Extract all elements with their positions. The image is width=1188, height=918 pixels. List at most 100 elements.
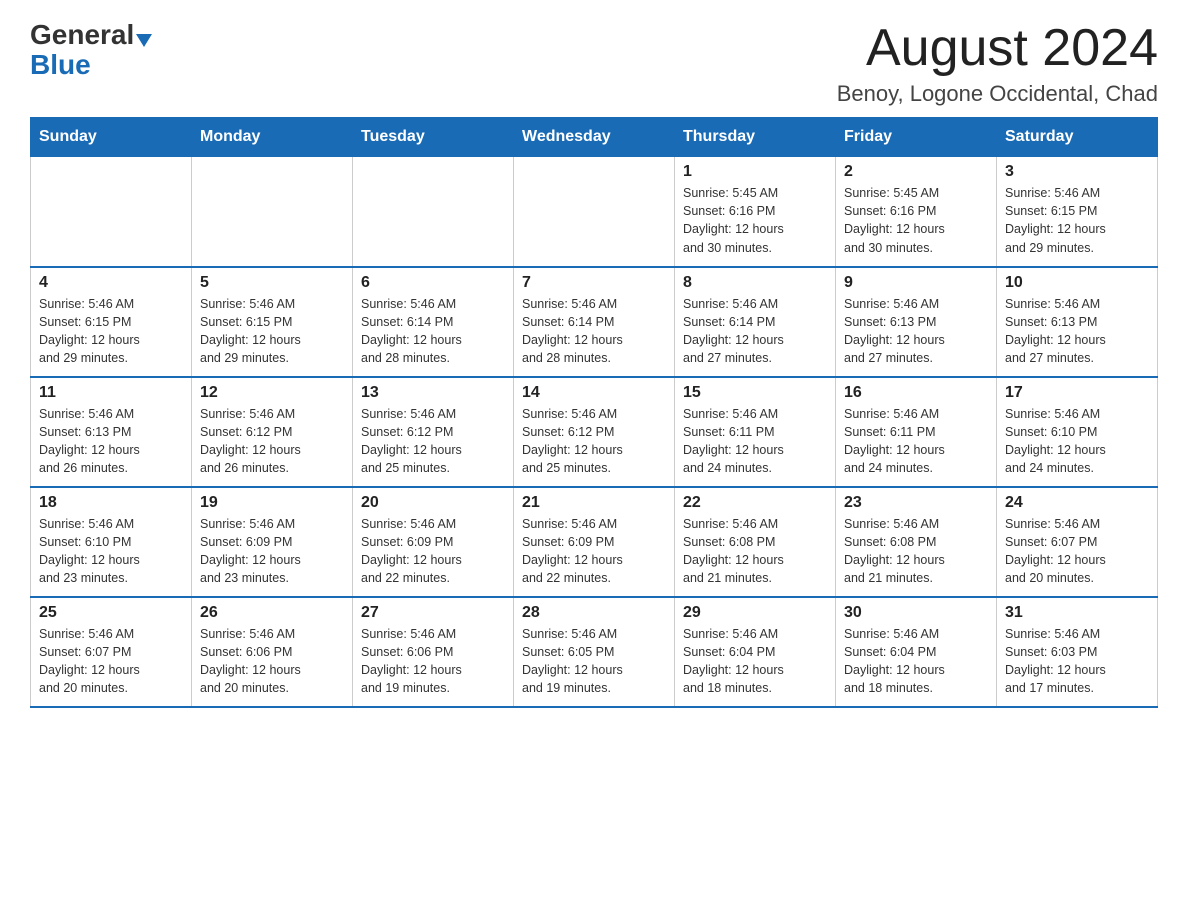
calendar-cell: 20 Sunrise: 5:46 AM Sunset: 6:09 PM Dayli… [353,487,514,597]
calendar-cell [192,157,353,267]
day-info: Sunrise: 5:46 AM Sunset: 6:04 PM Dayligh… [844,625,988,698]
title-area: August 2024 Benoy, Logone Occidental, Ch… [837,20,1158,107]
calendar-week-3: 11 Sunrise: 5:46 AM Sunset: 6:13 PM Dayli… [31,377,1158,487]
calendar-cell: 18Sunrise: 5:46 AM Sunset: 6:10 PM Dayli… [31,487,192,597]
weekday-header-tuesday: Tuesday [353,118,514,157]
day-info: Sunrise: 5:46 AM Sunset: 6:11 PM Dayligh… [844,405,988,478]
calendar-cell: 6Sunrise: 5:46 AM Sunset: 6:14 PM Daylig… [353,267,514,377]
calendar-cell: 21Sunrise: 5:46 AM Sunset: 6:09 PM Dayli… [514,487,675,597]
day-number: 3 [1005,163,1149,181]
calendar-cell [514,157,675,267]
weekday-header-row: SundayMondayTuesdayWednesdayThursdayFrid… [31,118,1158,157]
weekday-header-saturday: Saturday [997,118,1158,157]
day-number: 14 [522,384,666,402]
day-number: 27 [361,604,505,622]
day-info: Sunrise: 5:46 AM Sunset: 6:03 PM Dayligh… [1005,625,1149,698]
calendar-cell: 4Sunrise: 5:46 AM Sunset: 6:15 PM Daylig… [31,267,192,377]
day-number: 11 [39,384,183,402]
day-number: 7 [522,274,666,292]
calendar-cell: 12Sunrise: 5:46 AM Sunset: 6:12 PM Dayli… [192,377,353,487]
day-info: Sunrise: 5:46 AM Sunset: 6:14 PM Dayligh… [361,295,505,368]
day-number: 17 [1005,384,1149,402]
day-info: Sunrise: 5:46 AM Sunset: 6:09 PM Dayligh… [200,515,344,588]
day-number: 20 [361,494,505,512]
day-info: Sunrise: 5:46 AM Sunset: 6:08 PM Dayligh… [844,515,988,588]
day-number: 24 [1005,494,1149,512]
day-info: Sunrise: 5:46 AM Sunset: 6:13 PM Dayligh… [39,405,183,478]
day-info: Sunrise: 5:45 AM Sunset: 6:16 PM Dayligh… [844,184,988,257]
day-number: 30 [844,604,988,622]
calendar-table: SundayMondayTuesdayWednesdayThursdayFrid… [30,117,1158,708]
day-info: Sunrise: 5:46 AM Sunset: 6:12 PM Dayligh… [522,405,666,478]
logo-triangle-icon [136,34,152,47]
calendar-week-1: 1 Sunrise: 5:45 AM Sunset: 6:16 PM Daylig… [31,157,1158,267]
day-number: 10 [1005,274,1149,292]
calendar-cell: 28 Sunrise: 5:46 AM Sunset: 6:05 PM Dayli… [514,597,675,707]
calendar-cell: 15Sunrise: 5:46 AM Sunset: 6:11 PM Dayli… [675,377,836,487]
calendar-cell: 26Sunrise: 5:46 AM Sunset: 6:06 PM Dayli… [192,597,353,707]
calendar-cell: 23 Sunrise: 5:46 AM Sunset: 6:08 PM Dayli… [836,487,997,597]
day-number: 15 [683,384,827,402]
calendar-cell: 9 Sunrise: 5:46 AM Sunset: 6:13 PM Daylig… [836,267,997,377]
calendar-cell: 14 Sunrise: 5:46 AM Sunset: 6:12 PM Dayli… [514,377,675,487]
day-info: Sunrise: 5:46 AM Sunset: 6:07 PM Dayligh… [1005,515,1149,588]
location-title: Benoy, Logone Occidental, Chad [837,81,1158,107]
calendar-cell [31,157,192,267]
calendar-cell: 27 Sunrise: 5:46 AM Sunset: 6:06 PM Dayli… [353,597,514,707]
day-number: 18 [39,494,183,512]
logo: General Blue [30,20,152,79]
logo-general: General [30,19,134,50]
calendar-cell: 31 Sunrise: 5:46 AM Sunset: 6:03 PM Dayli… [997,597,1158,707]
day-info: Sunrise: 5:46 AM Sunset: 6:14 PM Dayligh… [683,295,827,368]
day-number: 2 [844,163,988,181]
weekday-header-thursday: Thursday [675,118,836,157]
calendar-cell: 22 Sunrise: 5:46 AM Sunset: 6:08 PM Dayli… [675,487,836,597]
day-info: Sunrise: 5:46 AM Sunset: 6:13 PM Dayligh… [844,295,988,368]
calendar-cell: 2 Sunrise: 5:45 AM Sunset: 6:16 PM Daylig… [836,157,997,267]
calendar-cell: 3 Sunrise: 5:46 AM Sunset: 6:15 PM Daylig… [997,157,1158,267]
day-number: 21 [522,494,666,512]
month-title: August 2024 [837,20,1158,77]
day-number: 28 [522,604,666,622]
day-info: Sunrise: 5:46 AM Sunset: 6:05 PM Dayligh… [522,625,666,698]
day-number: 16 [844,384,988,402]
day-number: 13 [361,384,505,402]
day-info: Sunrise: 5:46 AM Sunset: 6:09 PM Dayligh… [361,515,505,588]
day-info: Sunrise: 5:46 AM Sunset: 6:15 PM Dayligh… [200,295,344,368]
day-info: Sunrise: 5:46 AM Sunset: 6:14 PM Dayligh… [522,295,666,368]
day-number: 1 [683,163,827,181]
calendar-week-4: 18Sunrise: 5:46 AM Sunset: 6:10 PM Dayli… [31,487,1158,597]
day-number: 25 [39,604,183,622]
calendar-cell: 24 Sunrise: 5:46 AM Sunset: 6:07 PM Dayli… [997,487,1158,597]
day-info: Sunrise: 5:46 AM Sunset: 6:06 PM Dayligh… [361,625,505,698]
calendar-cell: 30 Sunrise: 5:46 AM Sunset: 6:04 PM Dayli… [836,597,997,707]
day-info: Sunrise: 5:46 AM Sunset: 6:12 PM Dayligh… [361,405,505,478]
calendar-cell [353,157,514,267]
calendar-week-2: 4Sunrise: 5:46 AM Sunset: 6:15 PM Daylig… [31,267,1158,377]
day-info: Sunrise: 5:46 AM Sunset: 6:08 PM Dayligh… [683,515,827,588]
day-number: 26 [200,604,344,622]
day-number: 31 [1005,604,1149,622]
calendar-cell: 1 Sunrise: 5:45 AM Sunset: 6:16 PM Daylig… [675,157,836,267]
calendar-cell: 7 Sunrise: 5:46 AM Sunset: 6:14 PM Daylig… [514,267,675,377]
day-number: 22 [683,494,827,512]
day-info: Sunrise: 5:45 AM Sunset: 6:16 PM Dayligh… [683,184,827,257]
day-info: Sunrise: 5:46 AM Sunset: 6:04 PM Dayligh… [683,625,827,698]
weekday-header-wednesday: Wednesday [514,118,675,157]
day-number: 19 [200,494,344,512]
day-number: 8 [683,274,827,292]
weekday-header-monday: Monday [192,118,353,157]
calendar-cell: 16 Sunrise: 5:46 AM Sunset: 6:11 PM Dayli… [836,377,997,487]
day-info: Sunrise: 5:46 AM Sunset: 6:10 PM Dayligh… [1005,405,1149,478]
day-number: 5 [200,274,344,292]
calendar-cell: 29 Sunrise: 5:46 AM Sunset: 6:04 PM Dayli… [675,597,836,707]
weekday-header-friday: Friday [836,118,997,157]
day-info: Sunrise: 5:46 AM Sunset: 6:15 PM Dayligh… [39,295,183,368]
calendar-cell: 8 Sunrise: 5:46 AM Sunset: 6:14 PM Daylig… [675,267,836,377]
day-number: 9 [844,274,988,292]
day-number: 23 [844,494,988,512]
day-info: Sunrise: 5:46 AM Sunset: 6:07 PM Dayligh… [39,625,183,698]
day-number: 29 [683,604,827,622]
header: General Blue August 2024 Benoy, Logone O… [30,20,1158,107]
day-info: Sunrise: 5:46 AM Sunset: 6:15 PM Dayligh… [1005,184,1149,257]
